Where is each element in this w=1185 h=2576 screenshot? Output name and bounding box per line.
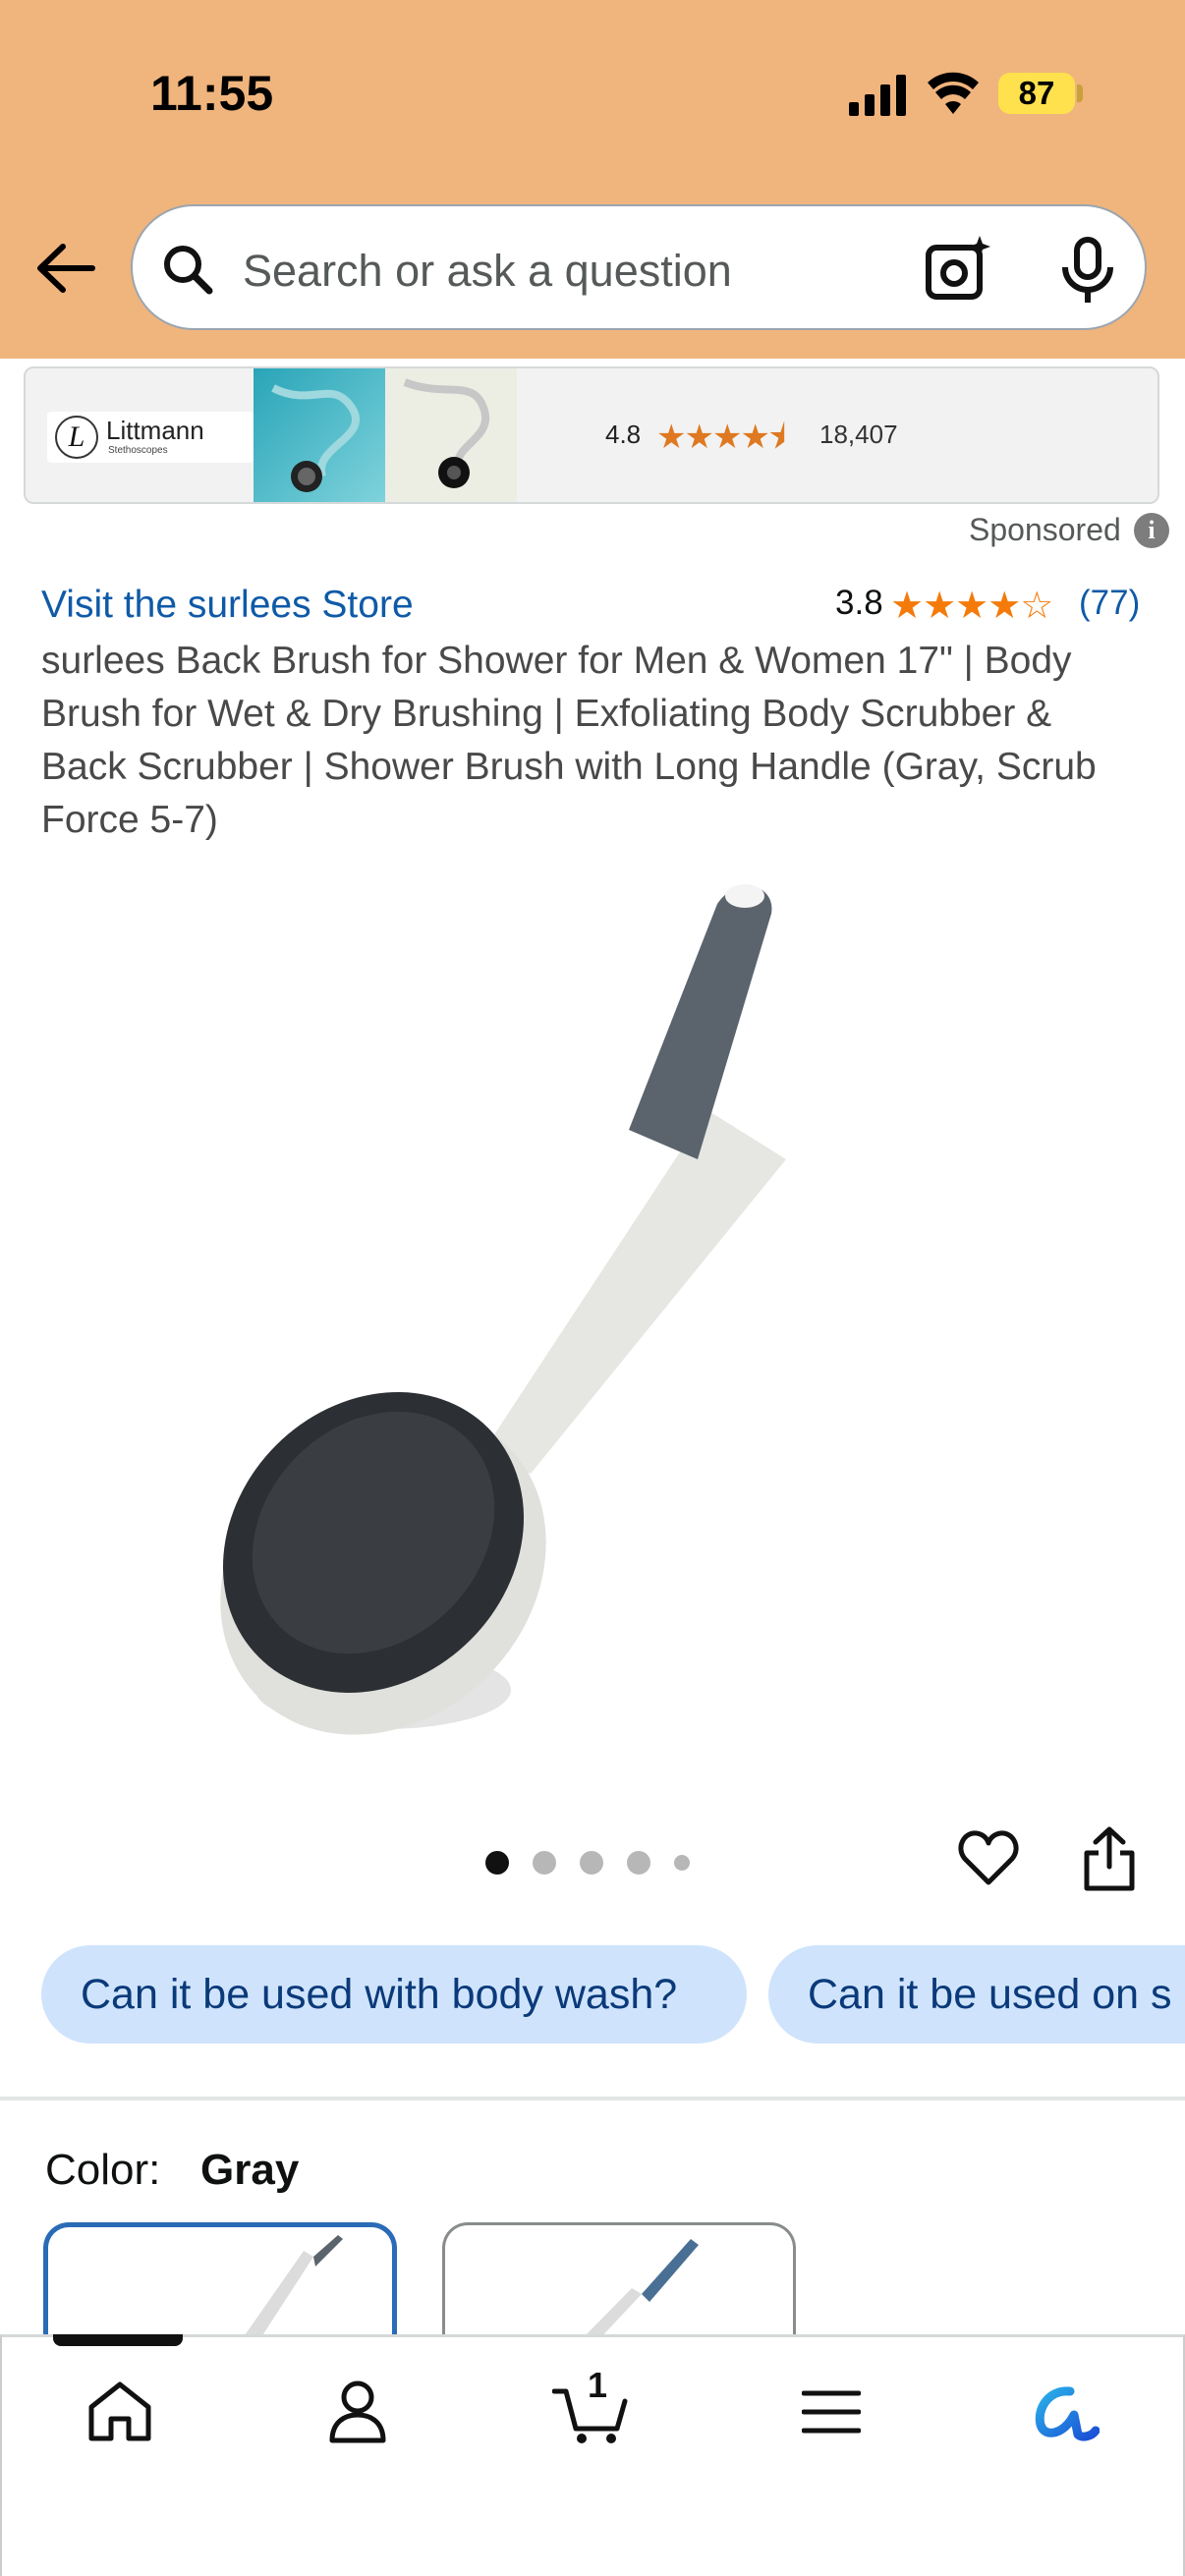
star-rating[interactable]: ★★★★☆: [890, 584, 1053, 628]
status-time: 11:55: [150, 66, 274, 121]
color-value: Gray: [200, 2146, 300, 2194]
home-icon: [88, 2381, 151, 2441]
product-title: surlees Back Brush for Shower for Men & …: [41, 640, 1097, 841]
question-chip[interactable]: Can it be used with body wash?: [41, 1945, 747, 2044]
nav-home[interactable]: [81, 2373, 159, 2451]
ad-rating-value: 4.8: [605, 420, 642, 449]
carousel-dot[interactable]: [627, 1851, 650, 1875]
carousel-dot[interactable]: [485, 1851, 509, 1875]
color-label: Color:: [45, 2146, 161, 2194]
carousel-dot[interactable]: [533, 1851, 556, 1875]
color-swatch-blue[interactable]: [442, 2222, 796, 2340]
review-count-link[interactable]: (77): [1079, 584, 1140, 623]
ad-review-count: 18,407: [819, 420, 898, 449]
nav-active-indicator: [53, 2334, 183, 2346]
cart-count-badge: 1: [588, 2365, 608, 2405]
heart-icon[interactable]: [957, 1827, 1020, 1890]
brand-logo-name: Littmann: [106, 416, 204, 445]
bottom-nav: 1: [0, 2334, 1185, 2576]
wifi-icon: [928, 72, 979, 114]
carousel-dots[interactable]: [485, 1851, 690, 1875]
share-icon[interactable]: [1079, 1825, 1140, 1892]
carousel-dot[interactable]: [580, 1851, 603, 1875]
question-chip[interactable]: Can it be used on s: [768, 1945, 1185, 2044]
rating-value: 3.8: [835, 584, 883, 622]
battery-tip: [1077, 84, 1083, 102]
nav-rufus[interactable]: [1026, 2373, 1104, 2451]
info-icon[interactable]: i: [1134, 513, 1169, 548]
account-icon: [329, 2380, 386, 2443]
nav-menu[interactable]: [792, 2373, 871, 2451]
signal-icon: [849, 75, 906, 116]
menu-icon: [802, 2390, 861, 2434]
camera-icon[interactable]: [923, 234, 993, 305]
store-link[interactable]: Visit the surlees Store: [41, 584, 414, 627]
brand-logo: L Littmann Stethoscopes: [47, 412, 254, 463]
header: 11:55 87 Search or ask a question: [0, 0, 1185, 359]
section-divider: [0, 2097, 1185, 2100]
brand-logo-mark: L: [55, 416, 98, 459]
search-input[interactable]: Search or ask a question: [243, 246, 732, 297]
brand-logo-sub: Stethoscopes: [108, 445, 168, 456]
battery-indicator: 87: [998, 73, 1075, 114]
nav-account[interactable]: [318, 2373, 397, 2451]
back-button[interactable]: [33, 236, 98, 301]
search-icon: [164, 246, 213, 295]
color-swatch-gray[interactable]: [43, 2222, 397, 2340]
nav-cart[interactable]: 1: [552, 2365, 631, 2451]
rufus-icon: [1035, 2386, 1100, 2441]
microphone-icon[interactable]: [1056, 236, 1119, 305]
sponsored-label: Sponsored: [969, 512, 1121, 547]
search-bar[interactable]: Search or ask a question: [131, 204, 1147, 330]
carousel-dot[interactable]: [674, 1855, 690, 1871]
ad-star-rating: ★★★★⯨: [656, 419, 786, 456]
ad-product-image: [254, 368, 385, 502]
sponsored-ad-banner[interactable]: L Littmann Stethoscopes 4.8 ★★★★⯨ 18,407: [24, 366, 1159, 504]
ad-product-image-2: [385, 368, 517, 502]
arrow-left-icon: [37, 244, 95, 293]
product-image[interactable]: [206, 865, 973, 1749]
